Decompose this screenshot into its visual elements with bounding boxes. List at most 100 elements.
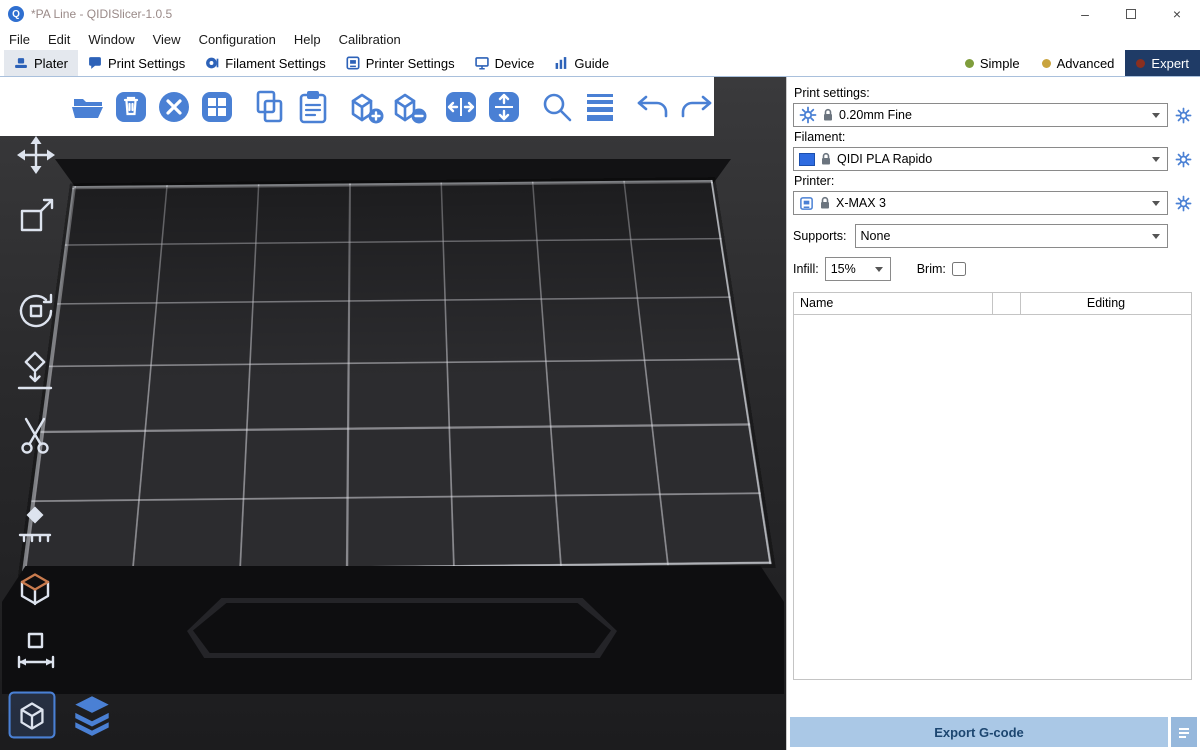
left-toolbar: [8, 133, 64, 673]
tab-plater[interactable]: Plater: [4, 50, 78, 76]
split-to-objects-button[interactable]: [443, 87, 479, 127]
chevron-down-icon: [1152, 234, 1160, 239]
column-name[interactable]: Name: [794, 293, 993, 314]
bed-base: [2, 566, 784, 694]
bed-handle-recess: [193, 603, 611, 653]
copy-button[interactable]: [252, 87, 288, 127]
place-on-face-tool-button[interactable]: [14, 351, 58, 395]
maximize-button[interactable]: [1108, 0, 1154, 28]
scale-tool-button[interactable]: [14, 195, 58, 239]
paste-button[interactable]: [295, 87, 331, 127]
delete-all-icon: [156, 89, 192, 125]
close-button[interactable]: ×: [1154, 0, 1200, 28]
add-instance-button[interactable]: [348, 87, 384, 127]
tab-guide[interactable]: Guide: [544, 50, 619, 76]
minimize-button[interactable]: –: [1062, 0, 1108, 28]
tab-device-label: Device: [495, 56, 535, 71]
split-parts-icon: [486, 89, 522, 125]
move-tool-button[interactable]: [14, 133, 58, 177]
preset-gear-icon: [799, 106, 817, 124]
gear-icon: [1175, 195, 1192, 212]
redo-button[interactable]: [678, 87, 714, 127]
supports-value: None: [861, 229, 1147, 243]
preview-view-button[interactable]: [68, 691, 116, 744]
mode-simple-label: Simple: [980, 56, 1020, 71]
cut-tool-button[interactable]: [14, 413, 58, 457]
measure-tool-button[interactable]: [14, 629, 58, 673]
plater-icon: [14, 56, 28, 70]
seam-tool-button[interactable]: [14, 567, 58, 611]
tab-printer-settings-label: Printer Settings: [366, 56, 455, 71]
chevron-down-icon: [1152, 113, 1160, 118]
filament-value: QIDI PLA Rapido: [837, 152, 1147, 166]
delete-button[interactable]: [113, 87, 149, 127]
main-area: Print settings: 0.20mm Fine Filament: QI…: [0, 77, 1200, 750]
infill-combo[interactable]: 15%: [825, 257, 891, 281]
settings-sidebar: Print settings: 0.20mm Fine Filament: QI…: [786, 77, 1200, 750]
viewport-3d[interactable]: [0, 77, 786, 750]
open-project-button[interactable]: [70, 87, 106, 127]
rotate-tool-button[interactable]: [14, 289, 58, 333]
printer-combo[interactable]: X-MAX 3: [793, 191, 1168, 215]
split-to-parts-button[interactable]: [486, 87, 522, 127]
paint-supports-tool-button[interactable]: [14, 505, 58, 549]
menu-calibration[interactable]: Calibration: [330, 30, 410, 49]
supports-combo[interactable]: None: [855, 224, 1168, 248]
infill-label: Infill:: [793, 262, 819, 276]
place-on-face-icon: [14, 351, 58, 395]
brim-label: Brim:: [917, 262, 946, 276]
mode-expert[interactable]: Expert: [1125, 50, 1200, 76]
chevron-down-icon: [1152, 157, 1160, 162]
search-button[interactable]: [539, 87, 575, 127]
menu-help[interactable]: Help: [285, 30, 330, 49]
guide-icon: [554, 56, 568, 70]
column-editing[interactable]: Editing: [1021, 293, 1191, 314]
top-toolbar: [0, 77, 714, 136]
variable-layer-height-button[interactable]: [582, 87, 618, 127]
preview-layers-icon: [68, 691, 116, 739]
mode-advanced[interactable]: Advanced: [1031, 50, 1126, 76]
menu-configuration[interactable]: Configuration: [190, 30, 285, 49]
menu-file[interactable]: File: [0, 30, 39, 49]
menu-window[interactable]: Window: [79, 30, 143, 49]
brim-checkbox[interactable]: [952, 262, 966, 276]
menu-view[interactable]: View: [144, 30, 190, 49]
chevron-down-icon: [875, 267, 883, 272]
undo-button[interactable]: [635, 87, 671, 127]
add-instance-icon: [348, 89, 384, 125]
move-icon: [14, 133, 58, 177]
printer-gear-button[interactable]: [1174, 194, 1192, 212]
scale-icon: [14, 195, 58, 239]
gear-icon: [1175, 151, 1192, 168]
printer-icon: [799, 196, 814, 211]
menu-edit[interactable]: Edit: [39, 30, 79, 49]
paint-supports-icon: [14, 505, 58, 549]
object-list[interactable]: Name Editing: [793, 292, 1192, 680]
editor-view-button[interactable]: [8, 691, 56, 744]
tab-print-settings-label: Print Settings: [108, 56, 185, 71]
filament-gear-button[interactable]: [1174, 150, 1192, 168]
tab-print-settings[interactable]: Print Settings: [78, 50, 195, 76]
printer-value: X-MAX 3: [836, 196, 1147, 210]
remove-instance-button[interactable]: [391, 87, 427, 127]
device-icon: [475, 56, 489, 70]
export-gcode-button[interactable]: Export G-code: [790, 717, 1168, 747]
print-settings-gear-button[interactable]: [1174, 106, 1192, 124]
mode-simple[interactable]: Simple: [954, 50, 1031, 76]
tab-guide-label: Guide: [574, 56, 609, 71]
tab-device[interactable]: Device: [465, 50, 545, 76]
print-settings-combo[interactable]: 0.20mm Fine: [793, 103, 1168, 127]
delete-all-button[interactable]: [156, 87, 192, 127]
tab-printer-settings[interactable]: Printer Settings: [336, 50, 465, 76]
bed-shading: [25, 182, 769, 570]
column-extruder[interactable]: [993, 293, 1021, 314]
filament-combo[interactable]: QIDI PLA Rapido: [793, 147, 1168, 171]
copy-icon: [252, 89, 288, 125]
arrange-button[interactable]: [199, 87, 235, 127]
export-options-button[interactable]: [1171, 717, 1197, 747]
tab-filament-settings[interactable]: Filament Settings: [195, 50, 335, 76]
supports-label: Supports:: [793, 229, 847, 243]
print-bed: [22, 180, 772, 573]
tab-bar: Plater Print Settings Filament Settings …: [0, 50, 1200, 77]
window-title: *PA Line - QIDISlicer-1.0.5: [31, 7, 172, 21]
